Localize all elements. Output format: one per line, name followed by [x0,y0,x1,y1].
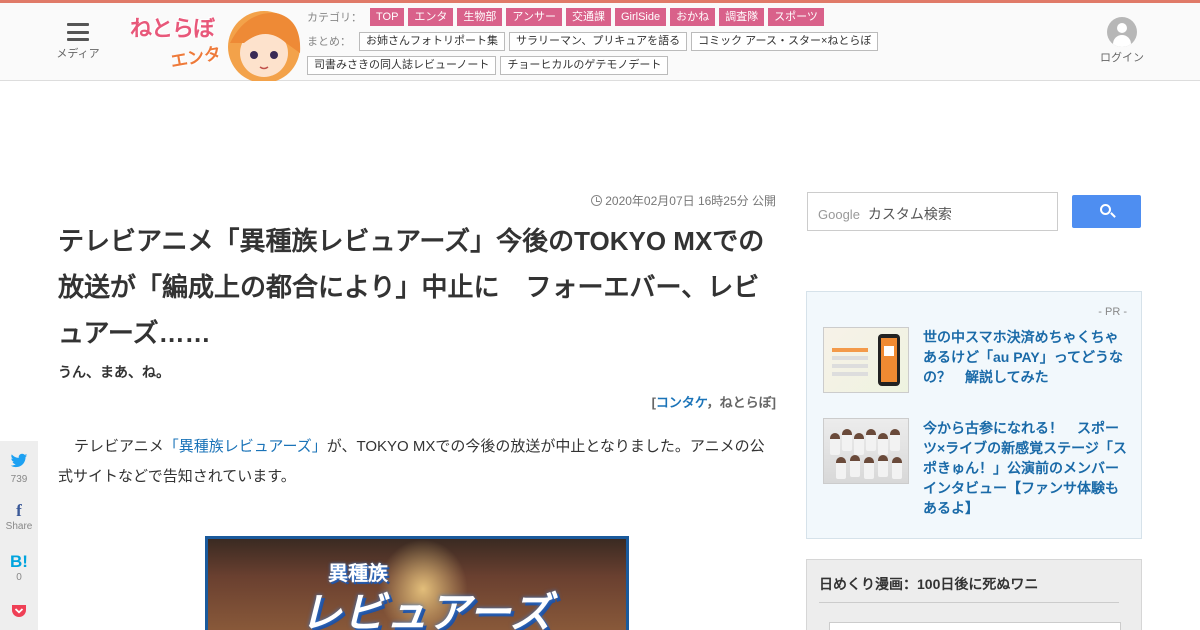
facebook-icon: f [16,501,22,520]
anime-title-link[interactable]: 「異種族レビュアーズ」 [164,438,327,455]
pocket-icon [12,605,26,617]
category-label: カテゴリ： [307,12,362,24]
social-share-bar: 739 f Share B! 0 [0,441,38,630]
pr-box: - PR - 世の中スマホ決済めちゃくちゃあるけど「au PAY」ってどうなの？… [806,291,1142,539]
summary-row-1: まとめ： お姉さんフォトリポート集 サラリーマン、プリキュアを語る コミック アース… [307,31,1077,51]
google-brand: Google [818,207,860,222]
logo-wordmark: ねとらぼ [130,16,215,41]
category-tag[interactable]: おかね [670,8,716,26]
pr-label: - PR - [1098,306,1127,318]
category-tag[interactable]: TOP [370,8,405,26]
pr-thumbnail [823,418,909,484]
summary-tag[interactable]: チョーヒカルのゲテモノデート [500,55,669,75]
author-link[interactable]: コンタケ [656,395,707,410]
user-avatar-icon [1107,17,1137,47]
category-tag[interactable]: エンタ [408,8,454,26]
pocket-button[interactable] [0,604,38,623]
media-menu-button[interactable]: メディア [54,21,102,61]
pr-item-title: 世の中スマホ決済めちゃくちゃあるけど「au PAY」ってどうなの？ 解説してみた [923,329,1123,385]
hatena-icon: B! [10,552,28,571]
category-row: カテゴリ： TOP エンタ 生物部 アンサー 交通課 GirlSide おかね 調査隊 スポーツ [307,7,1077,27]
twitter-count: 739 [10,474,28,485]
manga-widget-title: 日めくり漫画：100日後に死ぬワニ [819,574,1119,603]
summary-tag[interactable]: コミック アース・スター×ねとらぼ [691,31,879,51]
search-placeholder: カスタム検索 [867,206,952,222]
hatena-bookmark-button[interactable]: B! 0 [0,552,38,583]
article-body: テレビアニメ「異種族レビュアーズ」が、TOKYO MXでの今後の放送が中止となり… [58,438,765,485]
search-button[interactable] [1072,195,1141,228]
header-nav: カテゴリ： TOP エンタ 生物部 アンサー 交通課 GirlSide おかね 調査隊 スポーツ… [307,7,1077,79]
site-logo[interactable]: ねとらぼ エンタ [126,3,302,81]
login-button[interactable]: ログイン [1098,17,1146,65]
summary-tag[interactable]: お姉さんフォトリポート集 [359,31,505,51]
category-tag[interactable]: アンサー [506,8,562,26]
manga-widget-content[interactable] [829,622,1121,630]
site-header: メディア ねとらぼ エンタ カテゴリ： TOP エンタ 生物部 アンサー 交通課 Girl… [0,3,1200,81]
hamburger-icon [67,23,89,41]
pr-item-title: 今から古参になれる！ スポーツ×ライブの新感覚ステージ「スポきゅん！」公演前のメ… [923,420,1127,516]
category-tag[interactable]: 交通課 [565,8,611,26]
facebook-share-button[interactable]: f Share [0,501,38,532]
media-menu-label: メディア [56,48,100,60]
category-tag[interactable]: 生物部 [457,8,503,26]
article-subtitle: うん、まあ、ね。 [58,364,170,380]
publish-date: 2020年02月07日 16時25分 公開 [440,192,776,209]
image-title-big: レビュアーズ [300,589,553,630]
pr-thumbnail [823,327,909,393]
summary-row-2: 司書みさきの同人誌レビューノート チョーヒカルのゲテモノデート [307,55,1077,75]
category-tag[interactable]: 調査隊 [719,8,765,26]
hatena-count: 0 [16,572,22,583]
custom-search-input[interactable]: Google カスタム検索 [807,192,1058,231]
twitter-share-button[interactable]: 739 [0,453,38,485]
twitter-icon [10,453,28,468]
article-title: テレビアニメ「異種族レビュアーズ」今後のTOKYO MXでの放送が「編成上の都合… [58,226,765,348]
clock-icon [591,195,603,206]
article-main-image[interactable]: 異種族 レビュアーズ [205,536,629,630]
category-tag[interactable]: GirlSide [614,8,667,26]
facebook-share-label: Share [5,521,33,532]
article-credit: [コンタケ，ねとらぼ] [651,395,776,410]
summary-tag[interactable]: 司書みさきの同人誌レビューノート [307,55,497,75]
category-tag[interactable]: スポーツ [768,8,824,26]
summary-tag[interactable]: サラリーマン、プリキュアを語る [509,31,688,51]
site-link[interactable]: ねとらぼ [720,395,772,410]
summary-label: まとめ： [307,36,351,48]
login-label: ログイン [1100,52,1144,64]
manga-widget: 日めくり漫画：100日後に死ぬワニ [806,559,1142,630]
